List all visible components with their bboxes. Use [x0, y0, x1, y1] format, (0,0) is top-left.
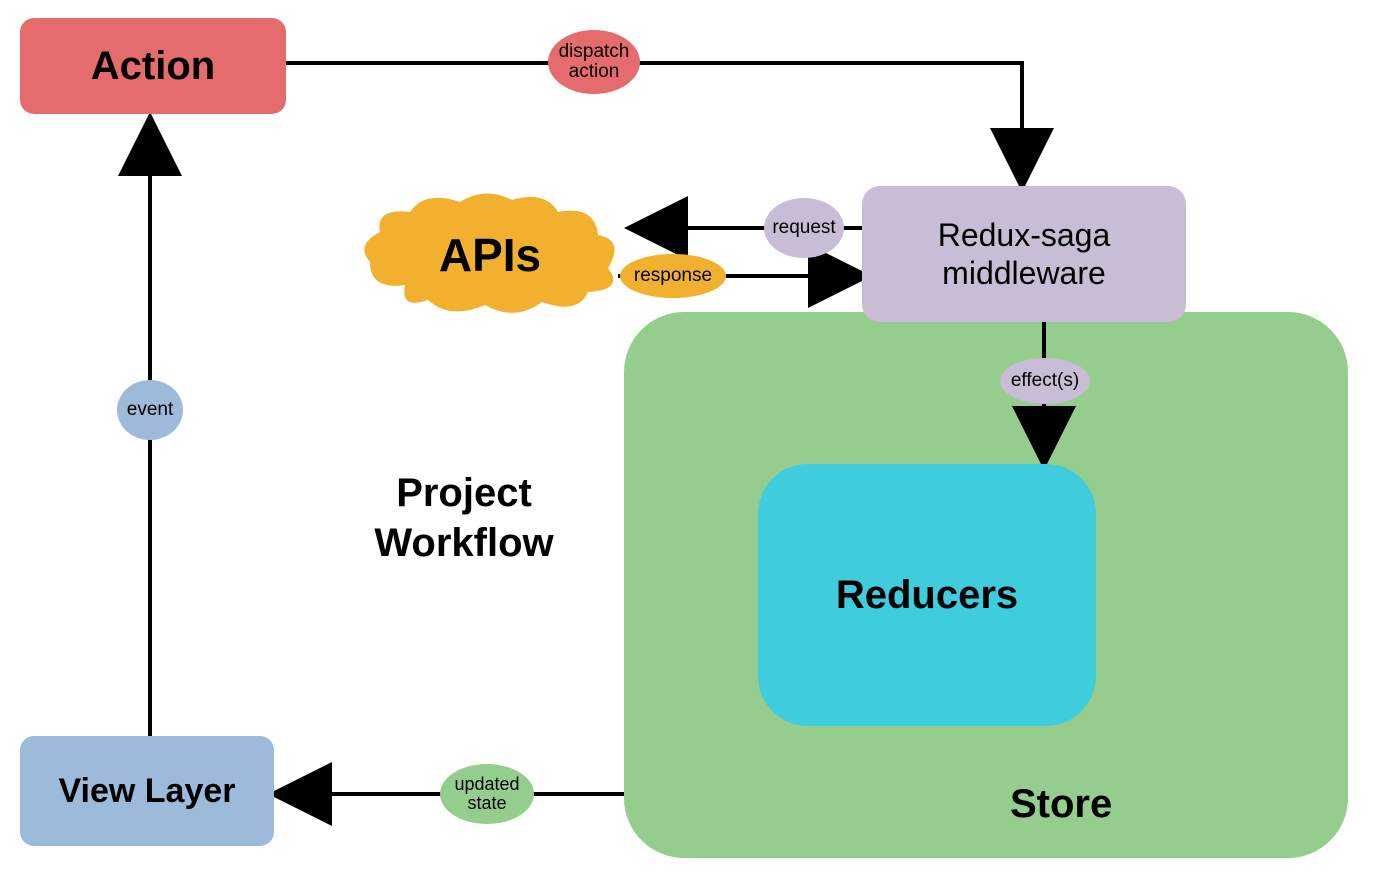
middleware-label: Redux-saga middleware	[938, 216, 1111, 293]
store-label: Store	[1010, 782, 1112, 827]
edge-effects: effect(s)	[1000, 358, 1090, 404]
view-label: View Layer	[58, 772, 235, 811]
edge-dispatch: dispatch action	[548, 30, 640, 94]
apis-label: APIs	[439, 228, 541, 282]
action-node: Action	[20, 18, 286, 114]
apis-node: APIs	[350, 190, 630, 320]
middleware-node: Redux-saga middleware	[862, 186, 1186, 322]
diagram-canvas: Store Action APIs Redux-saga middleware	[0, 0, 1400, 879]
diagram-title: Project Workflow	[304, 468, 624, 568]
edge-event: event	[117, 380, 183, 440]
edge-request: request	[764, 198, 844, 258]
reducers-label: Reducers	[836, 573, 1018, 618]
view-node: View Layer	[20, 736, 274, 846]
action-label: Action	[91, 44, 215, 89]
edge-response: response	[620, 254, 726, 298]
reducers-node: Reducers	[758, 464, 1096, 726]
edge-updated: updated state	[440, 764, 534, 824]
